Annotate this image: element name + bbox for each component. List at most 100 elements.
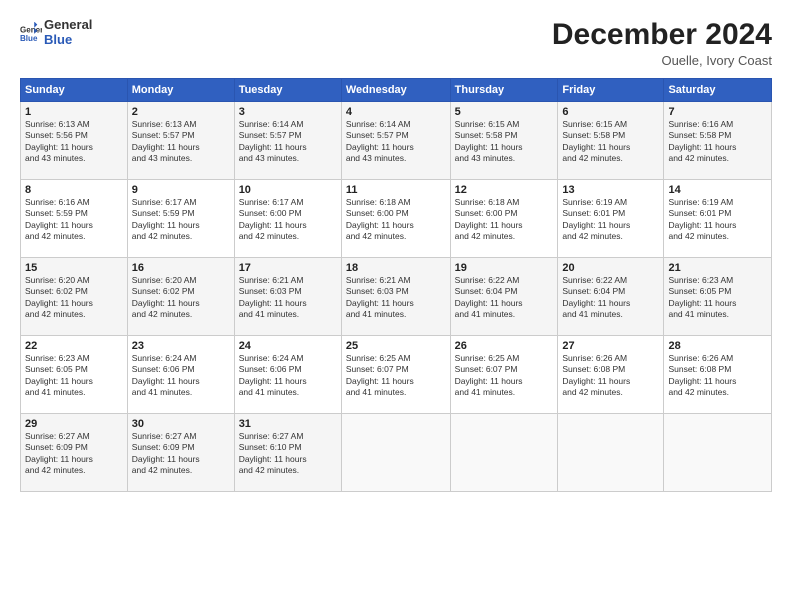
day-number: 20 bbox=[562, 262, 659, 274]
day-number: 12 bbox=[455, 184, 554, 196]
calendar-cell: 14Sunrise: 6:19 AM Sunset: 6:01 PM Dayli… bbox=[664, 180, 772, 258]
day-number: 24 bbox=[239, 340, 337, 352]
day-info: Sunrise: 6:16 AM Sunset: 5:59 PM Dayligh… bbox=[25, 197, 123, 243]
logo-icon: General Blue bbox=[20, 22, 42, 44]
day-header-sunday: Sunday bbox=[21, 79, 128, 102]
calendar-cell: 2Sunrise: 6:13 AM Sunset: 5:57 PM Daylig… bbox=[127, 102, 234, 180]
day-header-saturday: Saturday bbox=[664, 79, 772, 102]
day-info: Sunrise: 6:16 AM Sunset: 5:58 PM Dayligh… bbox=[668, 119, 767, 165]
day-info: Sunrise: 6:20 AM Sunset: 6:02 PM Dayligh… bbox=[132, 275, 230, 321]
day-header-friday: Friday bbox=[558, 79, 664, 102]
calendar-cell: 11Sunrise: 6:18 AM Sunset: 6:00 PM Dayli… bbox=[341, 180, 450, 258]
week-row-3: 15Sunrise: 6:20 AM Sunset: 6:02 PM Dayli… bbox=[21, 258, 772, 336]
day-info: Sunrise: 6:21 AM Sunset: 6:03 PM Dayligh… bbox=[346, 275, 446, 321]
day-info: Sunrise: 6:19 AM Sunset: 6:01 PM Dayligh… bbox=[668, 197, 767, 243]
day-info: Sunrise: 6:15 AM Sunset: 5:58 PM Dayligh… bbox=[455, 119, 554, 165]
day-info: Sunrise: 6:14 AM Sunset: 5:57 PM Dayligh… bbox=[239, 119, 337, 165]
calendar-cell: 12Sunrise: 6:18 AM Sunset: 6:00 PM Dayli… bbox=[450, 180, 558, 258]
day-info: Sunrise: 6:27 AM Sunset: 6:09 PM Dayligh… bbox=[132, 431, 230, 477]
day-info: Sunrise: 6:23 AM Sunset: 6:05 PM Dayligh… bbox=[668, 275, 767, 321]
day-number: 28 bbox=[668, 340, 767, 352]
day-info: Sunrise: 6:21 AM Sunset: 6:03 PM Dayligh… bbox=[239, 275, 337, 321]
day-number: 2 bbox=[132, 106, 230, 118]
calendar-cell: 22Sunrise: 6:23 AM Sunset: 6:05 PM Dayli… bbox=[21, 336, 128, 414]
day-info: Sunrise: 6:20 AM Sunset: 6:02 PM Dayligh… bbox=[25, 275, 123, 321]
calendar-cell: 10Sunrise: 6:17 AM Sunset: 6:00 PM Dayli… bbox=[234, 180, 341, 258]
day-number: 16 bbox=[132, 262, 230, 274]
day-number: 13 bbox=[562, 184, 659, 196]
day-number: 1 bbox=[25, 106, 123, 118]
day-number: 9 bbox=[132, 184, 230, 196]
day-number: 22 bbox=[25, 340, 123, 352]
day-info: Sunrise: 6:18 AM Sunset: 6:00 PM Dayligh… bbox=[346, 197, 446, 243]
location-subtitle: Ouelle, Ivory Coast bbox=[552, 53, 772, 68]
day-info: Sunrise: 6:15 AM Sunset: 5:58 PM Dayligh… bbox=[562, 119, 659, 165]
day-header-tuesday: Tuesday bbox=[234, 79, 341, 102]
calendar-cell bbox=[341, 414, 450, 492]
day-number: 11 bbox=[346, 184, 446, 196]
day-info: Sunrise: 6:26 AM Sunset: 6:08 PM Dayligh… bbox=[668, 353, 767, 399]
day-number: 10 bbox=[239, 184, 337, 196]
calendar-cell: 24Sunrise: 6:24 AM Sunset: 6:06 PM Dayli… bbox=[234, 336, 341, 414]
calendar-cell: 9Sunrise: 6:17 AM Sunset: 5:59 PM Daylig… bbox=[127, 180, 234, 258]
day-number: 23 bbox=[132, 340, 230, 352]
calendar-cell: 20Sunrise: 6:22 AM Sunset: 6:04 PM Dayli… bbox=[558, 258, 664, 336]
calendar-cell: 15Sunrise: 6:20 AM Sunset: 6:02 PM Dayli… bbox=[21, 258, 128, 336]
day-number: 14 bbox=[668, 184, 767, 196]
day-info: Sunrise: 6:22 AM Sunset: 6:04 PM Dayligh… bbox=[562, 275, 659, 321]
day-number: 29 bbox=[25, 418, 123, 430]
calendar-cell: 6Sunrise: 6:15 AM Sunset: 5:58 PM Daylig… bbox=[558, 102, 664, 180]
day-info: Sunrise: 6:26 AM Sunset: 6:08 PM Dayligh… bbox=[562, 353, 659, 399]
calendar-cell: 4Sunrise: 6:14 AM Sunset: 5:57 PM Daylig… bbox=[341, 102, 450, 180]
calendar-cell: 13Sunrise: 6:19 AM Sunset: 6:01 PM Dayli… bbox=[558, 180, 664, 258]
day-info: Sunrise: 6:25 AM Sunset: 6:07 PM Dayligh… bbox=[346, 353, 446, 399]
calendar-cell: 17Sunrise: 6:21 AM Sunset: 6:03 PM Dayli… bbox=[234, 258, 341, 336]
day-info: Sunrise: 6:17 AM Sunset: 5:59 PM Dayligh… bbox=[132, 197, 230, 243]
calendar-cell: 1Sunrise: 6:13 AM Sunset: 5:56 PM Daylig… bbox=[21, 102, 128, 180]
day-number: 21 bbox=[668, 262, 767, 274]
day-header-wednesday: Wednesday bbox=[341, 79, 450, 102]
calendar-cell: 23Sunrise: 6:24 AM Sunset: 6:06 PM Dayli… bbox=[127, 336, 234, 414]
calendar-cell: 28Sunrise: 6:26 AM Sunset: 6:08 PM Dayli… bbox=[664, 336, 772, 414]
day-info: Sunrise: 6:19 AM Sunset: 6:01 PM Dayligh… bbox=[562, 197, 659, 243]
day-number: 4 bbox=[346, 106, 446, 118]
week-row-1: 1Sunrise: 6:13 AM Sunset: 5:56 PM Daylig… bbox=[21, 102, 772, 180]
title-block: December 2024 Ouelle, Ivory Coast bbox=[552, 18, 772, 68]
day-info: Sunrise: 6:13 AM Sunset: 5:56 PM Dayligh… bbox=[25, 119, 123, 165]
calendar-cell: 27Sunrise: 6:26 AM Sunset: 6:08 PM Dayli… bbox=[558, 336, 664, 414]
calendar-cell: 18Sunrise: 6:21 AM Sunset: 6:03 PM Dayli… bbox=[341, 258, 450, 336]
calendar-cell: 19Sunrise: 6:22 AM Sunset: 6:04 PM Dayli… bbox=[450, 258, 558, 336]
calendar-cell: 5Sunrise: 6:15 AM Sunset: 5:58 PM Daylig… bbox=[450, 102, 558, 180]
day-info: Sunrise: 6:25 AM Sunset: 6:07 PM Dayligh… bbox=[455, 353, 554, 399]
calendar-cell: 29Sunrise: 6:27 AM Sunset: 6:09 PM Dayli… bbox=[21, 414, 128, 492]
day-info: Sunrise: 6:17 AM Sunset: 6:00 PM Dayligh… bbox=[239, 197, 337, 243]
week-row-4: 22Sunrise: 6:23 AM Sunset: 6:05 PM Dayli… bbox=[21, 336, 772, 414]
day-number: 17 bbox=[239, 262, 337, 274]
calendar-cell: 25Sunrise: 6:25 AM Sunset: 6:07 PM Dayli… bbox=[341, 336, 450, 414]
day-info: Sunrise: 6:14 AM Sunset: 5:57 PM Dayligh… bbox=[346, 119, 446, 165]
week-row-2: 8Sunrise: 6:16 AM Sunset: 5:59 PM Daylig… bbox=[21, 180, 772, 258]
calendar-cell bbox=[450, 414, 558, 492]
day-number: 30 bbox=[132, 418, 230, 430]
day-number: 8 bbox=[25, 184, 123, 196]
day-number: 5 bbox=[455, 106, 554, 118]
calendar-cell bbox=[664, 414, 772, 492]
calendar-cell: 21Sunrise: 6:23 AM Sunset: 6:05 PM Dayli… bbox=[664, 258, 772, 336]
day-header-thursday: Thursday bbox=[450, 79, 558, 102]
day-info: Sunrise: 6:27 AM Sunset: 6:10 PM Dayligh… bbox=[239, 431, 337, 477]
logo-general: General bbox=[44, 18, 92, 33]
day-number: 26 bbox=[455, 340, 554, 352]
calendar-cell: 7Sunrise: 6:16 AM Sunset: 5:58 PM Daylig… bbox=[664, 102, 772, 180]
calendar-table: SundayMondayTuesdayWednesdayThursdayFrid… bbox=[20, 78, 772, 492]
day-info: Sunrise: 6:13 AM Sunset: 5:57 PM Dayligh… bbox=[132, 119, 230, 165]
calendar-cell: 8Sunrise: 6:16 AM Sunset: 5:59 PM Daylig… bbox=[21, 180, 128, 258]
day-info: Sunrise: 6:27 AM Sunset: 6:09 PM Dayligh… bbox=[25, 431, 123, 477]
calendar-cell: 26Sunrise: 6:25 AM Sunset: 6:07 PM Dayli… bbox=[450, 336, 558, 414]
calendar-cell: 30Sunrise: 6:27 AM Sunset: 6:09 PM Dayli… bbox=[127, 414, 234, 492]
calendar-cell: 16Sunrise: 6:20 AM Sunset: 6:02 PM Dayli… bbox=[127, 258, 234, 336]
day-info: Sunrise: 6:22 AM Sunset: 6:04 PM Dayligh… bbox=[455, 275, 554, 321]
day-info: Sunrise: 6:24 AM Sunset: 6:06 PM Dayligh… bbox=[132, 353, 230, 399]
calendar-cell: 3Sunrise: 6:14 AM Sunset: 5:57 PM Daylig… bbox=[234, 102, 341, 180]
day-number: 25 bbox=[346, 340, 446, 352]
day-header-monday: Monday bbox=[127, 79, 234, 102]
